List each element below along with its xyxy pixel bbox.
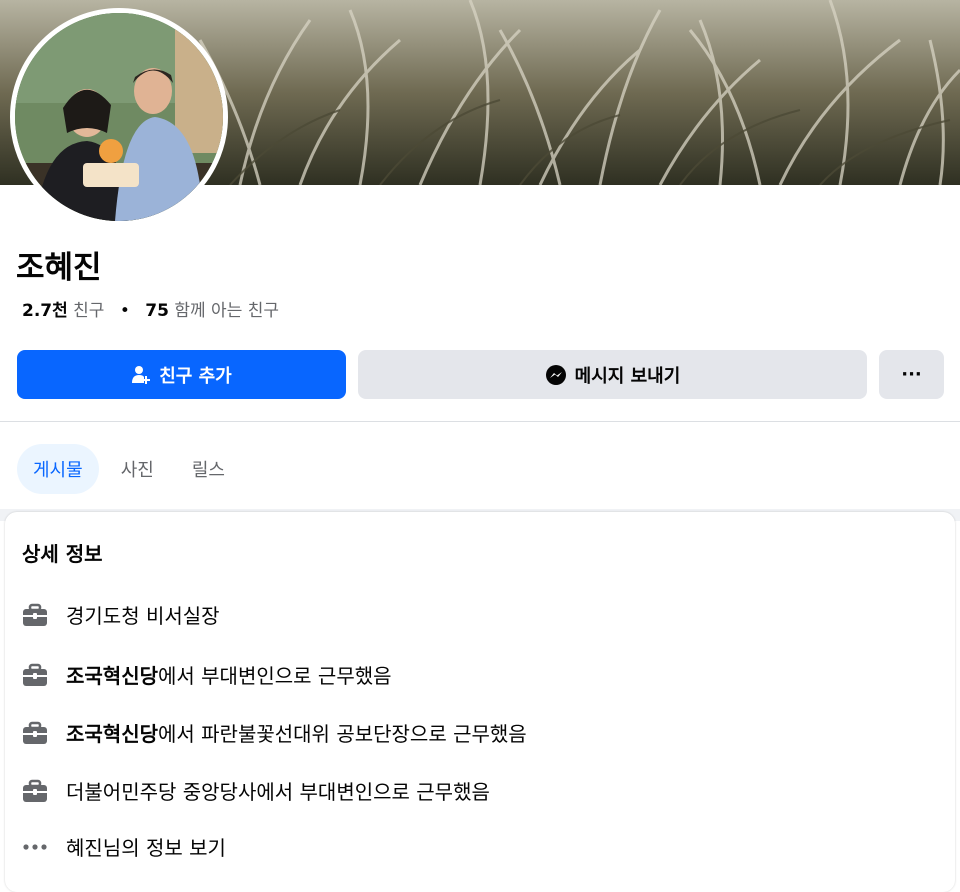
more-dots-icon: ··· [901,364,922,385]
separator-dot: • [119,301,130,321]
add-friend-button[interactable]: 친구 추가 [17,350,346,399]
friends-count[interactable]: 2.7천 [22,301,68,321]
detail-org-link[interactable]: 조국혁신당 [66,660,158,689]
detail-text: 에서 부대변인으로 근무했음 [158,664,392,688]
see-about-info-label: 혜진님의 정보 보기 [66,836,226,860]
messenger-icon [545,364,567,386]
mutual-friends-label[interactable]: 함께 아는 친구 [174,301,279,321]
detail-item: 더불어민주당 중앙당사에서 부대변인으로 근무했음 [22,776,490,805]
detail-text: 에서 파란불꽃선대위 공보단장으로 근무했음 [158,722,527,746]
add-friend-label: 친구 추가 [159,365,232,387]
details-card: 상세 정보 경기도청 비서실장 조국혁신당 에서 부대변인으로 근무했음 조국혁… [5,512,955,892]
send-message-label: 메시지 보내기 [574,365,681,387]
divider [0,421,960,422]
profile-tabs: 게시물 사진 릴스 [17,444,247,494]
more-dots-icon [22,834,48,860]
send-message-button[interactable]: 메시지 보내기 [358,350,867,399]
detail-org-link[interactable]: 조국혁신당 [66,718,158,747]
briefcase-icon [22,602,48,628]
see-about-info-link[interactable]: 혜진님의 정보 보기 [22,832,226,861]
friend-stats: 2.7천 친구 • 75 함께 아는 친구 [22,296,279,321]
add-person-icon [131,365,151,385]
briefcase-icon [22,720,48,746]
detail-item: 조국혁신당 에서 부대변인으로 근무했음 [22,660,392,689]
briefcase-icon [22,778,48,804]
profile-name: 조혜진 [16,250,102,286]
briefcase-icon [22,662,48,688]
detail-text: 더불어민주당 중앙당사에서 부대변인으로 근무했음 [66,780,490,804]
tab-photos[interactable]: 사진 [105,444,170,494]
profile-avatar[interactable] [10,8,228,226]
friends-label[interactable]: 친구 [73,301,104,321]
more-options-button[interactable]: ··· [879,350,944,399]
detail-item: 경기도청 비서실장 [22,600,220,629]
details-title: 상세 정보 [22,542,103,566]
detail-item: 조국혁신당 에서 파란불꽃선대위 공보단장으로 근무했음 [22,718,527,747]
tab-posts[interactable]: 게시물 [17,444,99,494]
mutual-friends-count[interactable]: 75 [145,301,169,321]
tab-reels[interactable]: 릴스 [176,444,241,494]
detail-text: 경기도청 비서실장 [66,604,220,628]
